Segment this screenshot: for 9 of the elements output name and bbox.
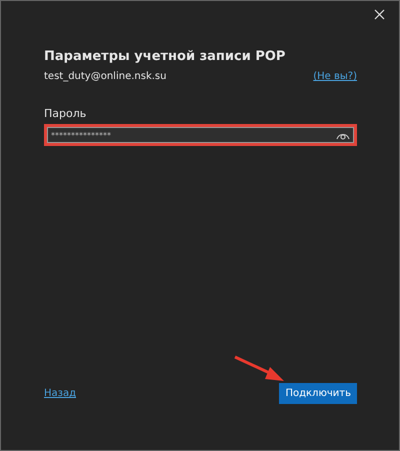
account-email: test_duty@online.nsk.su	[44, 71, 166, 82]
back-link[interactable]: Назад	[44, 388, 76, 399]
arrow-drawing	[234, 355, 286, 383]
dialog-title: Параметры учетной записи POP	[44, 49, 286, 64]
password-label: Пароль	[44, 107, 88, 120]
password-field[interactable]: ***************	[44, 124, 357, 146]
close-icon[interactable]	[374, 9, 385, 20]
connect-button[interactable]: Подключить	[279, 383, 357, 404]
not-you-link[interactable]: (Не вы?)	[313, 71, 357, 82]
